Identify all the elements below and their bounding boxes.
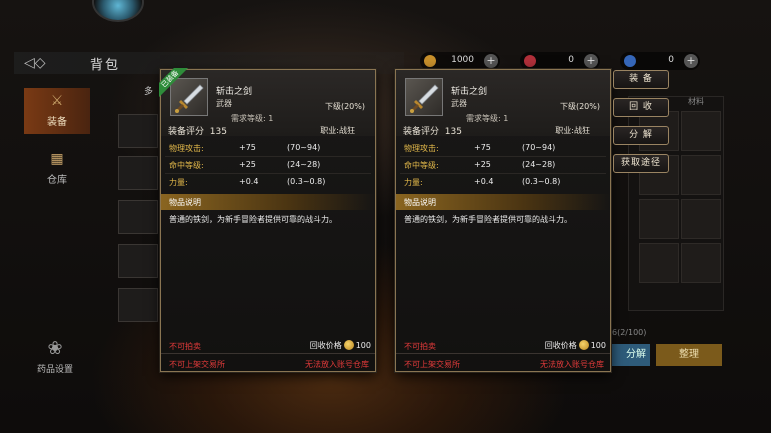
inventory-cell[interactable]: [681, 243, 721, 283]
decompose-button[interactable]: 分 解: [613, 126, 669, 145]
item-quality: 下级(20%): [559, 102, 600, 111]
recycle-price: 回收价格 100: [309, 340, 371, 350]
potion-settings-label: 药品设置: [36, 365, 73, 375]
grid-header: 材料: [688, 97, 704, 106]
required-level: 需求等级: 1: [231, 114, 274, 123]
sword-icon: ⚔: [50, 93, 64, 109]
inventory-cell[interactable]: [681, 111, 721, 151]
gold-coin-icon: [343, 340, 354, 350]
potion-settings-button[interactable]: ❀ 药品设置: [30, 338, 80, 375]
item-type: 武器: [216, 99, 232, 108]
item-name: 斩击之剑: [451, 87, 488, 97]
inventory-cell[interactable]: [639, 199, 679, 239]
class-requirement: 职业:战狂: [320, 126, 355, 135]
inventory-cell[interactable]: [681, 199, 721, 239]
equip-score: 装备评分 135: [403, 127, 462, 137]
equip-slot[interactable]: [118, 156, 158, 190]
currency-value: 0: [568, 55, 574, 65]
sort-button[interactable]: 整理: [656, 344, 722, 366]
bag-filter-strip[interactable]: 多: [118, 84, 162, 110]
footer-divider: [161, 353, 375, 354]
equip-slot[interactable]: [118, 288, 158, 322]
item-quality: 下级(20%): [324, 102, 365, 111]
currency-bar: 1000 + 0 + 0 +: [420, 52, 710, 70]
footer-divider: [396, 353, 610, 354]
stat-row: 物理攻击: +75 (70~94): [169, 143, 321, 153]
sword-item-icon: [405, 78, 443, 116]
no-auction-notice: 不可拍卖: [404, 342, 436, 351]
equip-slot[interactable]: [118, 114, 158, 148]
tab-storage[interactable]: ▦ 仓库: [24, 146, 90, 192]
equip-score: 装备评分 135: [168, 127, 227, 137]
bulk-decompose-button[interactable]: 分解: [612, 344, 650, 366]
bag-filter-label: 多: [144, 87, 154, 97]
item-tooltip-selected: 斩击之剑 武器 下级(20%) 需求等级: 1 装备评分 135 职业:战狂 物…: [395, 69, 611, 372]
recycle-button[interactable]: 回 收: [613, 98, 669, 117]
no-auction-notice: 不可拍卖: [169, 342, 201, 351]
equip-slot[interactable]: [118, 200, 158, 234]
player-avatar[interactable]: [92, 0, 144, 22]
equip-button[interactable]: 装 备: [613, 70, 669, 89]
stat-row: 命中等级: +25 (24~28): [169, 160, 321, 170]
sword-icon: [410, 84, 439, 113]
gold-coin-icon: [424, 55, 436, 67]
red-gem-icon: [524, 55, 536, 67]
lotus-icon: ❀: [47, 338, 63, 359]
add-currency-button[interactable]: +: [484, 54, 498, 68]
no-exchange-notice: 不可上架交易所: [404, 360, 460, 369]
equipped-badge: 已装备: [159, 68, 189, 98]
stat-row: 命中等级: +25 (24~28): [404, 160, 556, 170]
required-level: 需求等级: 1: [466, 114, 509, 123]
page-title: 背包: [90, 58, 121, 73]
add-currency-button[interactable]: +: [684, 54, 698, 68]
obtain-source-button[interactable]: 获取途径: [613, 154, 669, 173]
chest-icon: ▦: [50, 151, 64, 167]
currency-gold: 1000 +: [420, 52, 500, 70]
item-name: 斩击之剑: [216, 87, 253, 97]
currency-value: 0: [668, 55, 674, 65]
class-requirement: 职业:战狂: [555, 126, 590, 135]
back-arrow-icon[interactable]: ◁◇: [24, 55, 68, 71]
currency-value: 1000: [451, 55, 474, 65]
no-exchange-notice: 不可上架交易所: [169, 360, 225, 369]
currency-blue: 0 +: [620, 52, 700, 70]
description-header: 物品说明: [396, 194, 610, 210]
item-description: 普通的铁剑，为新手冒险者提供可靠的战斗力。: [404, 215, 572, 224]
currency-red: 0 +: [520, 52, 600, 70]
stat-row: 力量: +0.4 (0.3~0.8): [169, 177, 326, 187]
stat-row: 力量: +0.4 (0.3~0.8): [404, 177, 561, 187]
no-account-warehouse-notice: 无法放入账号仓库: [540, 360, 604, 369]
inventory-cell[interactable]: [681, 155, 721, 195]
recycle-price: 回收价格 100: [544, 340, 606, 350]
no-account-warehouse-notice: 无法放入账号仓库: [305, 360, 369, 369]
gold-coin-icon: [578, 340, 589, 350]
item-type: 武器: [451, 99, 467, 108]
inventory-cell[interactable]: [639, 243, 679, 283]
equip-slot[interactable]: [118, 244, 158, 278]
blue-gem-icon: [624, 55, 636, 67]
item-tooltip-equipped: 已装备 斩击之剑 武器 下级(20%) 需求等级: 1 装备评分 135 职业:…: [159, 68, 376, 372]
add-currency-button[interactable]: +: [584, 54, 598, 68]
tab-equipment[interactable]: ⚔ 装备: [24, 88, 90, 134]
description-header: 物品说明: [161, 194, 375, 210]
tab-label: 仓库: [47, 175, 67, 186]
bag-capacity: 6(2/100): [612, 328, 647, 337]
stat-row: 物理攻击: +75 (70~94): [404, 143, 556, 153]
item-description: 普通的铁剑，为新手冒险者提供可靠的战斗力。: [169, 215, 337, 224]
tab-label: 装备: [47, 117, 67, 128]
